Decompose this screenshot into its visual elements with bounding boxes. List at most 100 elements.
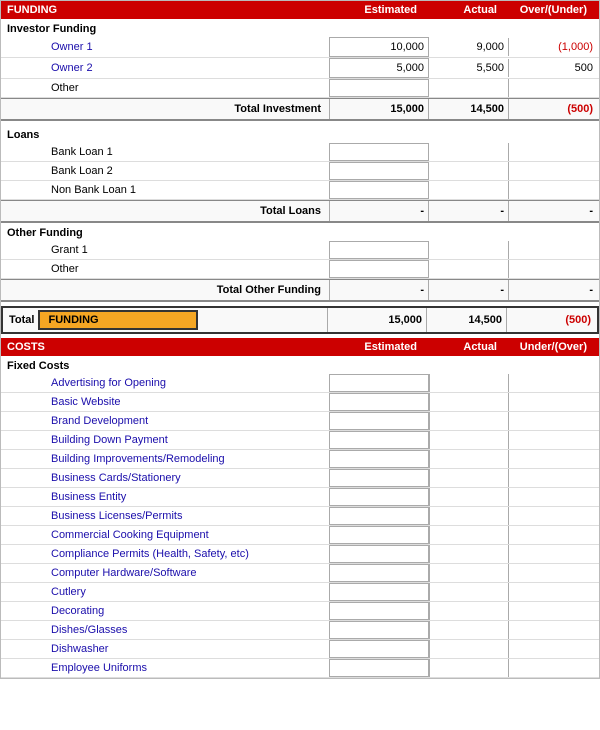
- other-funding-other-label: Other: [1, 263, 329, 275]
- total-loans-est: -: [329, 201, 429, 221]
- nonbank-loan1-est-cell[interactable]: [329, 181, 429, 199]
- fixed-cost-act-cell[interactable]: [429, 526, 509, 544]
- fixed-costs-section-label: Fixed Costs: [1, 356, 599, 374]
- fixed-cost-est-cell[interactable]: [329, 602, 429, 620]
- fixed-cost-label: Business Licenses/Permits: [1, 510, 329, 522]
- bank-loan2-est-cell[interactable]: [329, 162, 429, 180]
- nonbank-loan1-row: Non Bank Loan 1: [1, 181, 599, 200]
- fixed-cost-est-cell[interactable]: [329, 640, 429, 658]
- fixed-cost-est-cell[interactable]: [329, 659, 429, 677]
- total-loans-label: Total Loans: [1, 205, 329, 217]
- fixed-cost-row: Commercial Cooking Equipment: [1, 526, 599, 545]
- bank-loan1-act-cell[interactable]: [429, 143, 509, 161]
- other-funding-section-label: Other Funding: [1, 223, 599, 241]
- bank-loan2-label: Bank Loan 2: [1, 165, 329, 177]
- investor-section-label: Investor Funding: [1, 19, 599, 37]
- nonbank-loan1-act-cell[interactable]: [429, 181, 509, 199]
- fixed-cost-act-cell[interactable]: [429, 412, 509, 430]
- investor-other-label: Other: [1, 82, 329, 94]
- fixed-cost-est-cell[interactable]: [329, 545, 429, 563]
- fixed-cost-est-cell[interactable]: [329, 583, 429, 601]
- total-other-funding-est: -: [329, 280, 429, 300]
- fixed-cost-est-cell[interactable]: [329, 488, 429, 506]
- grand-total-label-part: Total FUNDING: [3, 310, 327, 330]
- fixed-cost-est-cell[interactable]: [329, 393, 429, 411]
- owner2-act-cell[interactable]: 5,500: [429, 59, 509, 77]
- fixed-cost-est-cell[interactable]: [329, 526, 429, 544]
- fixed-cost-act-cell[interactable]: [429, 621, 509, 639]
- fixed-cost-act-cell[interactable]: [429, 450, 509, 468]
- fixed-cost-est-cell[interactable]: [329, 564, 429, 582]
- fixed-cost-row: Building Down Payment: [1, 431, 599, 450]
- fixed-cost-act-cell[interactable]: [429, 488, 509, 506]
- fixed-cost-over-cell: [509, 431, 599, 449]
- grand-total-act: 14,500: [427, 308, 507, 332]
- fixed-cost-over-cell: [509, 659, 599, 677]
- bank-loan2-row: Bank Loan 2: [1, 162, 599, 181]
- total-other-funding-act: -: [429, 280, 509, 300]
- total-other-funding-label: Total Other Funding: [1, 284, 329, 296]
- fixed-cost-row: Dishes/Glasses: [1, 621, 599, 640]
- fixed-cost-over-cell: [509, 412, 599, 430]
- fixed-cost-row: Cutlery: [1, 583, 599, 602]
- fixed-cost-act-cell[interactable]: [429, 431, 509, 449]
- fixed-cost-est-cell[interactable]: [329, 507, 429, 525]
- grand-total-text: Total: [3, 314, 34, 326]
- owner2-est-cell[interactable]: 5,000: [329, 58, 429, 78]
- fixed-cost-label: Dishes/Glasses: [1, 624, 329, 636]
- fixed-cost-act-cell[interactable]: [429, 374, 509, 392]
- owner2-row: Owner 2 5,000 5,500 500: [1, 58, 599, 79]
- total-loans-over: -: [509, 201, 599, 221]
- total-loans-act: -: [429, 201, 509, 221]
- fixed-cost-over-cell: [509, 621, 599, 639]
- fixed-cost-row: Business Cards/Stationery: [1, 469, 599, 488]
- bank-loan2-act-cell[interactable]: [429, 162, 509, 180]
- fixed-cost-over-cell: [509, 507, 599, 525]
- fixed-cost-row: Basic Website: [1, 393, 599, 412]
- fixed-cost-est-cell[interactable]: [329, 450, 429, 468]
- other-funding-other-est-cell[interactable]: [329, 260, 429, 278]
- fixed-cost-act-cell[interactable]: [429, 507, 509, 525]
- bank-loan1-est-cell[interactable]: [329, 143, 429, 161]
- owner1-est-cell[interactable]: 10,000: [329, 37, 429, 57]
- fixed-cost-act-cell[interactable]: [429, 640, 509, 658]
- funding-header-label: FUNDING: [7, 4, 323, 16]
- costs-estimated-label: Estimated: [323, 341, 423, 353]
- fixed-cost-over-cell: [509, 602, 599, 620]
- fixed-cost-act-cell[interactable]: [429, 602, 509, 620]
- fixed-cost-label: Employee Uniforms: [1, 662, 329, 674]
- fixed-cost-row: Business Entity: [1, 488, 599, 507]
- fixed-cost-over-cell: [509, 583, 599, 601]
- funding-over-under-label: Over/(Under): [503, 4, 593, 16]
- grant1-est-cell[interactable]: [329, 241, 429, 259]
- fixed-cost-act-cell[interactable]: [429, 583, 509, 601]
- fixed-cost-est-cell[interactable]: [329, 374, 429, 392]
- fixed-cost-label: Decorating: [1, 605, 329, 617]
- investor-other-over-cell: [509, 79, 599, 97]
- funding-actual-label: Actual: [423, 4, 503, 16]
- total-other-funding-row: Total Other Funding - - -: [1, 279, 599, 302]
- fixed-cost-act-cell[interactable]: [429, 659, 509, 677]
- fixed-cost-act-cell[interactable]: [429, 545, 509, 563]
- grand-total-est: 15,000: [327, 308, 427, 332]
- fixed-cost-act-cell[interactable]: [429, 564, 509, 582]
- fixed-cost-est-cell[interactable]: [329, 469, 429, 487]
- fixed-cost-label: Dishwasher: [1, 643, 329, 655]
- investor-other-act-cell[interactable]: [429, 79, 509, 97]
- fixed-cost-act-cell[interactable]: [429, 393, 509, 411]
- fixed-cost-est-cell[interactable]: [329, 621, 429, 639]
- grant1-act-cell[interactable]: [429, 241, 509, 259]
- fixed-cost-act-cell[interactable]: [429, 469, 509, 487]
- fixed-cost-over-cell: [509, 640, 599, 658]
- owner1-act-cell[interactable]: 9,000: [429, 38, 509, 56]
- total-other-funding-over: -: [509, 280, 599, 300]
- fixed-cost-est-cell[interactable]: [329, 431, 429, 449]
- fixed-cost-est-cell[interactable]: [329, 412, 429, 430]
- owner2-label: Owner 2: [1, 62, 329, 74]
- funding-estimated-label: Estimated: [323, 4, 423, 16]
- fixed-cost-label: Brand Development: [1, 415, 329, 427]
- other-funding-other-act-cell[interactable]: [429, 260, 509, 278]
- fixed-cost-over-cell: [509, 526, 599, 544]
- total-investment-est: 15,000: [329, 99, 429, 119]
- investor-other-est-cell[interactable]: [329, 79, 429, 97]
